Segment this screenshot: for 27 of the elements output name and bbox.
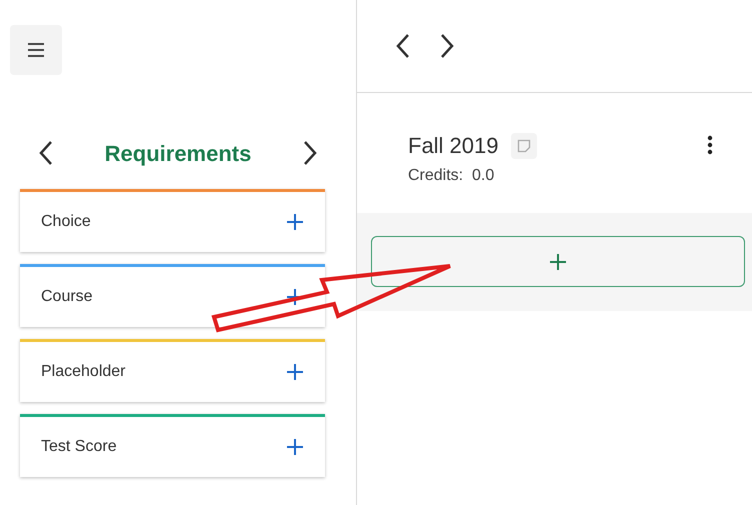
chevron-right-icon — [303, 140, 317, 166]
menu-button[interactable] — [10, 25, 62, 75]
plus-icon — [549, 252, 567, 270]
requirement-label: Placeholder — [41, 362, 126, 382]
menu-icon — [27, 43, 45, 57]
panel-title: Requirements — [104, 140, 252, 168]
requirement-card[interactable]: Choice — [20, 189, 325, 252]
chevron-left-icon — [396, 33, 410, 59]
chevron-right-icon — [440, 33, 454, 59]
requirement-card[interactable]: Course — [20, 264, 325, 327]
note-icon — [516, 138, 531, 152]
plus-icon — [286, 438, 304, 456]
term-title: Fall 2019 — [408, 132, 499, 160]
requirement-label: Test Score — [41, 437, 117, 457]
requirement-card[interactable]: Placeholder — [20, 339, 325, 402]
requirement-label: Course — [41, 287, 93, 307]
plus-icon — [286, 213, 304, 231]
requirement-card[interactable]: Test Score — [20, 414, 325, 477]
credits-text: Credits: 0.0 — [408, 166, 496, 186]
plus-icon — [286, 363, 304, 381]
chevron-left-icon — [39, 140, 53, 166]
add-course-button[interactable] — [371, 236, 745, 287]
add-button[interactable] — [285, 362, 305, 382]
requirement-label: Choice — [41, 212, 91, 232]
more-options-icon — [707, 135, 713, 155]
add-button[interactable] — [285, 437, 305, 457]
add-button[interactable] — [285, 212, 305, 232]
